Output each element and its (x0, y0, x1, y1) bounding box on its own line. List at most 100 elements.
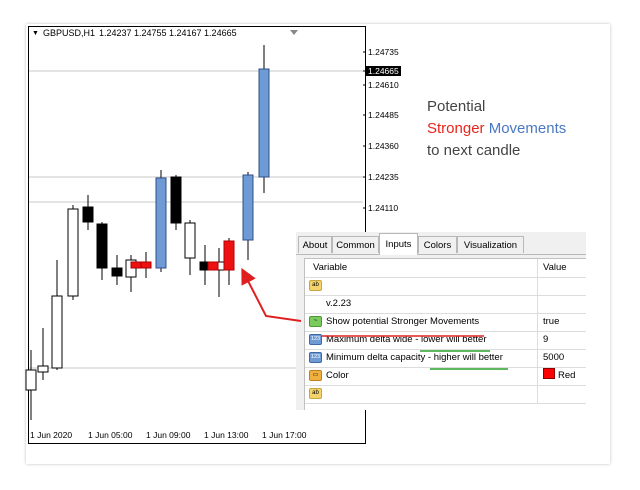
table-row[interactable]: ▭ Color Red (305, 367, 586, 386)
signal-marker (130, 261, 142, 269)
variable-label: Color (326, 370, 349, 381)
candle (140, 252, 152, 278)
price-tick-label: 1.24360 (368, 141, 399, 151)
variable-cell: ▭ Color (305, 367, 538, 385)
candle (51, 260, 63, 370)
tab-visualization[interactable]: Visualization (457, 236, 524, 253)
value-text: 5000 (543, 352, 565, 363)
time-tick-label: 1 Jun 09:00 (146, 430, 191, 440)
candle-body (67, 208, 79, 297)
tab-common[interactable]: Common (332, 236, 379, 253)
candle-body (184, 222, 196, 259)
promo-line1: Potential (427, 98, 486, 115)
candle-body (242, 174, 254, 241)
promo-line2: Stronger Movements (427, 118, 566, 140)
value-text: Red (558, 370, 576, 381)
candle (37, 328, 49, 380)
table-row[interactable]: ~ Show potential Stronger Movements true (305, 313, 586, 332)
variable-label: Show potential Stronger Movements (326, 316, 480, 327)
promo-line3: to next candle (427, 142, 521, 159)
ohlc-values: 1.24237 1.24755 1.24167 1.24665 (98, 28, 237, 38)
time-tick-label: 1 Jun 05:00 (88, 430, 133, 440)
promo-word-movements: Movements (488, 120, 567, 137)
num-type-icon: 123 (309, 334, 322, 345)
value-cell[interactable]: true (539, 313, 586, 331)
variable-label: Maximum delta wide - lower will better (326, 334, 487, 345)
candle-body (82, 206, 94, 223)
value-text: 9 (543, 334, 549, 345)
candle (155, 170, 167, 272)
signal-marker (207, 261, 219, 271)
candle-body (258, 68, 270, 178)
value-cell[interactable] (539, 277, 586, 295)
ab-type-icon: ab (309, 388, 322, 399)
candle-body (96, 223, 108, 269)
candle (96, 222, 108, 280)
variable-cell: ab (305, 277, 538, 295)
table-row[interactable]: 123 Maximum delta wide - lower will bette… (305, 331, 586, 350)
candle (223, 238, 235, 285)
price-tick-label: 1.24110 (368, 203, 399, 213)
variable-label: v.2.23 (326, 298, 352, 309)
time-tick-label: 1 Jun 13:00 (204, 430, 249, 440)
variable-cell: ab (305, 385, 538, 403)
candle (184, 220, 196, 275)
variable-label: Minimum delta capacity - higher will bet… (326, 352, 503, 363)
candle (82, 195, 94, 230)
tab-colors[interactable]: Colors (418, 236, 457, 253)
value-cell[interactable] (539, 295, 586, 313)
tab-bar: About Common Inputs Colors Visualization (296, 232, 586, 255)
tab-inputs[interactable]: Inputs (379, 233, 418, 255)
promo-text: Potential Stronger Movements to next can… (427, 96, 566, 162)
tab-about[interactable]: About (298, 236, 332, 253)
candle (258, 45, 270, 193)
chart-shift-icon[interactable] (290, 30, 298, 35)
variable-cell: 123 Maximum delta wide - lower will bette… (305, 331, 538, 349)
candle-body (111, 267, 123, 277)
bool-type-icon: ~ (309, 316, 322, 327)
candle-body (155, 177, 167, 269)
ab-type-icon: ab (309, 280, 322, 291)
candle-body (25, 369, 37, 391)
current-price-label: 1.24665 (366, 66, 401, 76)
price-tick-label: 1.24485 (368, 110, 399, 120)
variable-cell: v.2.23 (305, 295, 538, 313)
table-header: Variable Value (305, 259, 586, 278)
inputs-table: Variable Value ab v.2.23 ~ Show potential S… (304, 258, 586, 410)
value-cell[interactable] (539, 385, 586, 403)
candle-body (140, 261, 152, 269)
table-row[interactable]: 123 Minimum delta capacity - higher will … (305, 349, 586, 368)
symbol-bar: ▼ GBPUSD,H1 1.24237 1.24755 1.24167 1.24… (32, 28, 237, 38)
value-cell[interactable]: 9 (539, 331, 586, 349)
num-type-icon: 123 (309, 352, 322, 363)
indicator-properties-dialog: About Common Inputs Colors Visualization… (296, 232, 586, 410)
candle (111, 255, 123, 285)
candle (25, 350, 37, 420)
candle (213, 248, 225, 297)
value-cell[interactable]: Red (539, 367, 586, 385)
symbol-name: GBPUSD,H1 (42, 28, 95, 38)
price-tick-label: 1.24235 (368, 172, 399, 182)
candle-body (51, 295, 63, 369)
value-cell[interactable]: 5000 (539, 349, 586, 367)
candle (67, 205, 79, 300)
variable-cell: ~ Show potential Stronger Movements (305, 313, 538, 331)
time-tick-label: 1 Jun 2020 (30, 430, 73, 440)
table-row[interactable]: ab (305, 385, 586, 404)
candle (242, 172, 254, 260)
table-row[interactable]: v.2.23 (305, 295, 586, 314)
promo-word-stronger: Stronger (427, 120, 485, 137)
candle-body (37, 365, 49, 373)
table-row[interactable]: ab (305, 277, 586, 296)
value-header: Value (543, 262, 567, 273)
color-swatch[interactable] (543, 368, 555, 379)
price-tick-label: 1.24735 (368, 47, 399, 57)
value-text: true (543, 316, 560, 327)
candle-body (170, 176, 182, 224)
variable-cell: 123 Minimum delta capacity - higher will … (305, 349, 538, 367)
candle (125, 255, 137, 292)
variable-header: Variable (305, 259, 538, 277)
dropdown-icon[interactable]: ▼ (32, 30, 39, 37)
candle (170, 175, 182, 230)
candle-body (223, 240, 235, 271)
